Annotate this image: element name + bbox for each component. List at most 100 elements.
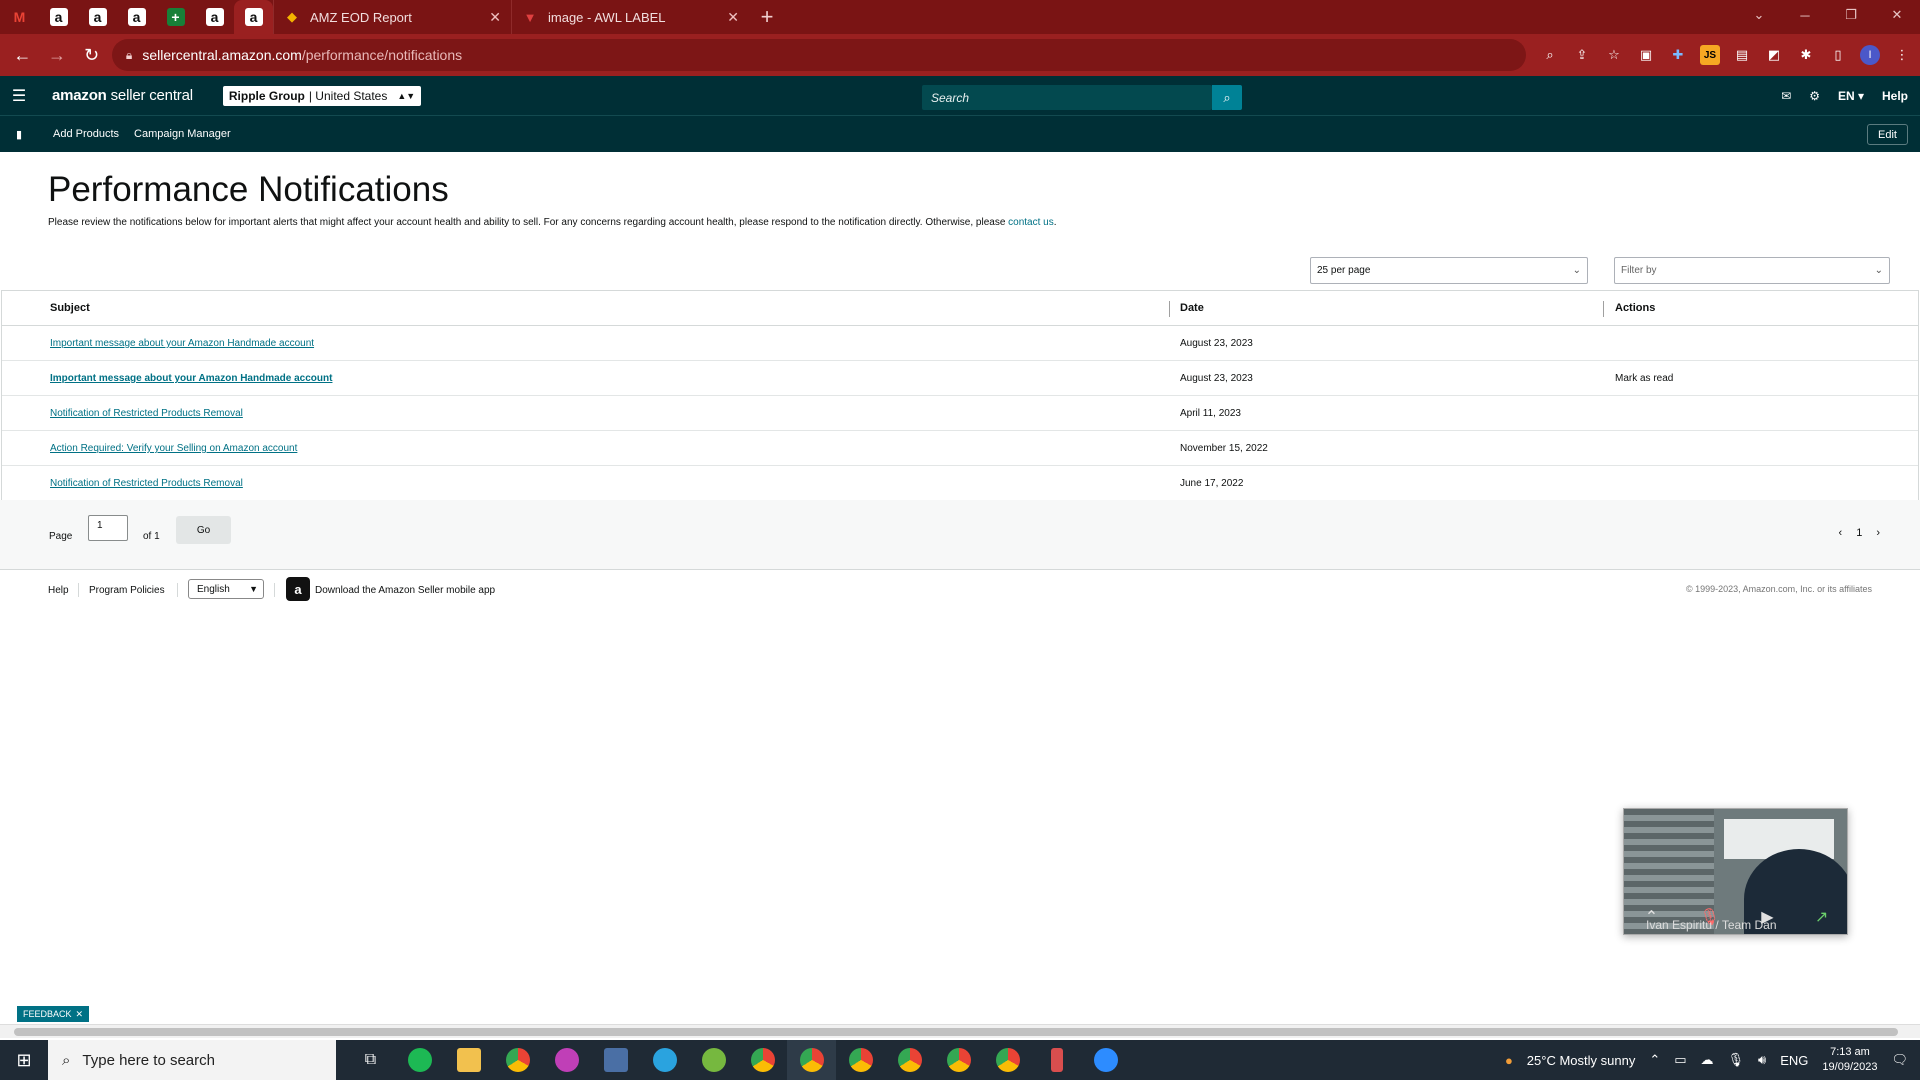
notification-subject-link[interactable]: Notification of Restricted Products Remo…: [50, 478, 243, 489]
chrome-profile-icon[interactable]: [934, 1040, 983, 1080]
bookmark-add-products[interactable]: Add Products: [53, 128, 119, 140]
search-input[interactable]: Search: [922, 85, 1212, 110]
profile-avatar[interactable]: I: [1860, 45, 1880, 65]
download-app-link[interactable]: Download the Amazon Seller mobile app: [315, 585, 495, 596]
weather-icon[interactable]: ●: [1505, 1053, 1513, 1068]
notification-subject-link-unread[interactable]: Important message about your Amazon Hand…: [50, 373, 332, 384]
pinned-tab-sheets[interactable]: +: [156, 0, 195, 34]
expand-icon[interactable]: ↗: [1815, 907, 1828, 927]
menu-kebab-icon[interactable]: ⋮: [1892, 45, 1912, 65]
footer-help-link[interactable]: Help: [48, 585, 69, 596]
tab-search-icon[interactable]: ⌄: [1736, 0, 1782, 30]
spotify-icon[interactable]: [395, 1040, 444, 1080]
microphone-icon[interactable]: 🎙︎: [1728, 1052, 1745, 1068]
minimize-icon[interactable]: ─: [1782, 0, 1828, 30]
bookmark-icon[interactable]: ▮: [0, 128, 38, 141]
image-extension-icon[interactable]: ▤: [1732, 45, 1752, 65]
search-button[interactable]: ⌕: [1212, 85, 1242, 110]
video-call-window[interactable]: ⌃ 🎙︎ ▶ ↗ Ivan Espiritu / Team Dan: [1623, 808, 1848, 935]
scrollbar-thumb[interactable]: [14, 1028, 1898, 1036]
close-icon[interactable]: ✕: [727, 9, 739, 26]
pinned-tab-gmail[interactable]: M: [0, 0, 39, 34]
feedback-button[interactable]: FEEDBACK ✕: [17, 1006, 90, 1022]
gear-icon[interactable]: ⚙: [1809, 89, 1820, 103]
extensions-puzzle-icon[interactable]: ✱: [1796, 45, 1816, 65]
screenshot-extension-icon[interactable]: ◩: [1764, 45, 1784, 65]
chevron-right-icon[interactable]: ›: [1876, 527, 1880, 539]
forward-icon[interactable]: →: [43, 40, 72, 70]
cloud-icon[interactable]: ☁: [1701, 1052, 1714, 1068]
filter-select[interactable]: Filter by ⌄: [1614, 257, 1890, 284]
chevron-up-icon[interactable]: ⌃: [1649, 1052, 1660, 1068]
chevron-left-icon[interactable]: ‹: [1839, 527, 1843, 539]
tab-amz-eod-report[interactable]: ◆ AMZ EOD Report ✕: [273, 0, 511, 34]
input-language[interactable]: ENG: [1780, 1053, 1808, 1068]
calculator-icon[interactable]: [591, 1040, 640, 1080]
telegram-icon[interactable]: [640, 1040, 689, 1080]
tab-image-awl-label[interactable]: ▼ image - AWL LABEL ✕: [511, 0, 749, 34]
close-window-icon[interactable]: ✕: [1874, 0, 1920, 30]
zoom-icon[interactable]: ⌕: [1540, 45, 1560, 65]
chrome-profile-icon[interactable]: [738, 1040, 787, 1080]
bookmark-campaign-manager[interactable]: Campaign Manager: [134, 128, 231, 140]
extension-off-icon[interactable]: ▣: [1636, 45, 1656, 65]
edit-bookmarks-button[interactable]: Edit: [1867, 124, 1908, 145]
notification-subject-link[interactable]: Important message about your Amazon Hand…: [50, 338, 314, 349]
pinned-tab-amazon-active[interactable]: a: [234, 0, 273, 34]
new-tab-button[interactable]: +: [749, 0, 785, 34]
current-page-number[interactable]: 1: [1856, 527, 1862, 539]
amazon-seller-app-icon[interactable]: a: [286, 577, 310, 601]
taskbar-search-input[interactable]: ⌕ Type here to search: [48, 1040, 336, 1080]
column-header-subject[interactable]: Subject: [50, 302, 90, 314]
chrome-profile-icon[interactable]: [836, 1040, 885, 1080]
contact-us-link[interactable]: contact us: [1008, 217, 1054, 228]
mail-icon[interactable]: ✉: [1781, 89, 1791, 103]
seller-central-logo[interactable]: amazon seller central: [52, 87, 193, 104]
account-switcher[interactable]: Ripple Group | United States ▲▼: [222, 85, 422, 106]
file-explorer-icon[interactable]: [444, 1040, 493, 1080]
per-page-select[interactable]: 25 per page ⌄: [1310, 257, 1588, 284]
column-header-date[interactable]: Date: [1180, 302, 1204, 314]
share-icon[interactable]: ⇪: [1572, 45, 1592, 65]
mark-as-read-link[interactable]: Mark as read: [1615, 373, 1673, 384]
footer-language-select[interactable]: English ▼: [188, 579, 264, 599]
clock[interactable]: 7:13 am 19/09/2023: [1822, 1045, 1877, 1075]
utorrent-icon[interactable]: [689, 1040, 738, 1080]
pinned-tab-amazon[interactable]: a: [78, 0, 117, 34]
bookmark-star-icon[interactable]: ☆: [1604, 45, 1624, 65]
pinned-tab-amazon[interactable]: a: [39, 0, 78, 34]
lock-icon[interactable]: 🔒︎: [126, 48, 132, 63]
close-icon[interactable]: ✕: [489, 9, 501, 26]
zoom-icon[interactable]: [1081, 1040, 1130, 1080]
help-link[interactable]: Help: [1882, 89, 1908, 103]
network-icon[interactable]: ▭: [1674, 1052, 1686, 1068]
speaker-icon[interactable]: 🔊︎: [1758, 1052, 1766, 1068]
js-extension-icon[interactable]: JS: [1700, 45, 1720, 65]
language-selector[interactable]: EN ▾: [1838, 89, 1864, 103]
program-policies-link[interactable]: Program Policies: [89, 585, 165, 596]
notifications-icon[interactable]: 🗨︎: [1891, 1052, 1908, 1068]
address-bar[interactable]: 🔒︎ sellercentral.amazon.com/performance/…: [111, 39, 1526, 71]
notification-subject-link[interactable]: Action Required: Verify your Selling on …: [50, 443, 297, 454]
messenger-icon[interactable]: [542, 1040, 591, 1080]
task-view-icon[interactable]: ⧉: [346, 1040, 395, 1080]
chrome-profile-active-icon[interactable]: [787, 1040, 836, 1080]
horizontal-scrollbar[interactable]: [0, 1024, 1920, 1038]
pinned-tab-amazon[interactable]: a: [117, 0, 156, 34]
weather-text[interactable]: 25°C Mostly sunny: [1527, 1053, 1636, 1068]
chrome-profile-icon[interactable]: [885, 1040, 934, 1080]
hamburger-menu-icon[interactable]: ☰: [0, 86, 38, 106]
snipping-tool-icon[interactable]: [1032, 1040, 1081, 1080]
chrome-icon[interactable]: [983, 1040, 1032, 1080]
side-panel-icon[interactable]: ▯: [1828, 45, 1848, 65]
chrome-icon[interactable]: [493, 1040, 542, 1080]
reload-icon[interactable]: ↻: [77, 40, 106, 70]
back-icon[interactable]: ←: [8, 40, 37, 70]
restore-icon[interactable]: ❐: [1828, 0, 1874, 30]
pinned-tab-amazon[interactable]: a: [195, 0, 234, 34]
notification-subject-link[interactable]: Notification of Restricted Products Remo…: [50, 408, 243, 419]
go-button[interactable]: Go: [176, 516, 231, 544]
windows-start-icon[interactable]: ⊞: [0, 1040, 48, 1080]
extension-puzzle-blue-icon[interactable]: ✚: [1668, 45, 1688, 65]
page-number-input[interactable]: 1: [88, 515, 128, 541]
